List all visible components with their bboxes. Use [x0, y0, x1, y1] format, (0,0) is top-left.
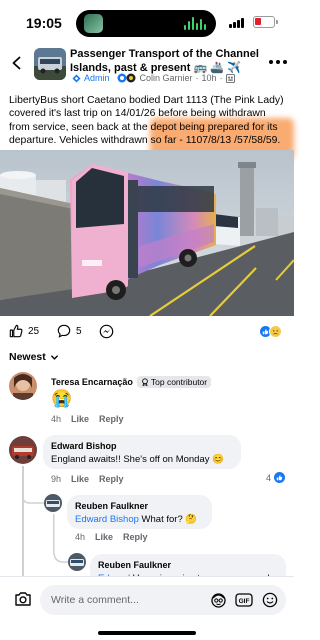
avatar[interactable]: [44, 494, 62, 512]
award-icon: [142, 378, 148, 386]
like-reaction-icon: [274, 472, 286, 483]
camera-icon[interactable]: [14, 590, 32, 608]
thumbs-up-icon: [9, 324, 23, 338]
comment-actions: 4h Like Reply: [51, 414, 124, 424]
comment-input-placeholder: Write a comment...: [51, 594, 139, 606]
dynamic-island: [76, 10, 216, 37]
commenter-name[interactable]: Teresa Encarnação: [51, 377, 133, 387]
admin-badge-icon: [72, 73, 81, 83]
reply-comment-button[interactable]: Reply: [99, 474, 124, 484]
comment-time: 4h: [51, 414, 62, 424]
comment-text: England awaits!! She's off on Monday 😊: [51, 454, 224, 465]
chevron-down-icon: [50, 354, 58, 360]
status-bar: 19:05: [0, 0, 294, 44]
thread-line: [22, 466, 24, 576]
comment-count-value: 5: [76, 325, 82, 337]
group-privacy-icon: [225, 73, 235, 83]
post-author[interactable]: Colin Garnier: [140, 73, 193, 83]
comment-time: 4h: [75, 532, 86, 542]
reply-comment-button[interactable]: Reply: [99, 414, 124, 424]
comment-bubble: Edward Bishop England awaits!! She's off…: [43, 435, 241, 469]
avatar-sticker-icon[interactable]: [210, 592, 227, 608]
like-comment-button[interactable]: Like: [71, 414, 89, 424]
post-photo[interactable]: [0, 150, 294, 316]
top-contributor-badge: Top contributor: [136, 376, 212, 388]
thread-connector: [22, 486, 44, 504]
avatar[interactable]: [9, 436, 37, 464]
comment-time: 9h: [51, 474, 62, 484]
group-name[interactable]: Passenger Transport of the Channel Islan…: [70, 47, 262, 75]
comment-actions: 9h Like Reply: [51, 474, 124, 484]
comment-reaction-count[interactable]: 4: [266, 472, 286, 483]
commenter-name[interactable]: Reuben Faulkner: [75, 500, 204, 513]
comment-input[interactable]: Write a comment... GIF: [40, 585, 286, 615]
comment-icon: [57, 324, 71, 338]
avatar[interactable]: [9, 372, 37, 400]
sad-reaction-icon: [269, 325, 282, 338]
member-badges-icon: [117, 73, 136, 83]
now-playing-app-icon: [84, 14, 103, 33]
commenter-name[interactable]: Reuben Faulkner: [98, 559, 278, 572]
back-icon[interactable]: [10, 56, 24, 70]
status-time: 19:05: [26, 15, 62, 31]
group-avatar[interactable]: [34, 48, 66, 80]
reaction-summary[interactable]: [259, 325, 282, 338]
reply-comment-button[interactable]: Reply: [123, 532, 148, 542]
like-count[interactable]: 25: [9, 324, 39, 338]
emoji-icon[interactable]: [262, 592, 278, 608]
signal-icon: [229, 18, 244, 28]
avatar[interactable]: [68, 553, 86, 571]
commenter-name[interactable]: Edward Bishop: [51, 440, 233, 453]
battery-icon: [253, 16, 275, 28]
svg-text:GIF: GIF: [239, 598, 250, 605]
like-comment-button[interactable]: Like: [95, 532, 113, 542]
share-button[interactable]: [99, 324, 114, 339]
post-time: 10h: [201, 73, 217, 83]
comment-text: 😭: [51, 389, 73, 408]
comment-text: What for? 🤔: [138, 514, 198, 525]
home-indicator: [98, 631, 196, 635]
like-count-value: 25: [28, 325, 40, 337]
post-text: LibertyBus short Caetano bodied Dart 111…: [9, 95, 284, 147]
more-options-icon[interactable]: [269, 60, 287, 64]
audio-bars-icon: [184, 17, 206, 30]
post-meta: Admin Colin Garnier · 10h ·: [72, 73, 235, 83]
thread-connector: [53, 514, 69, 563]
gif-icon[interactable]: GIF: [235, 592, 253, 608]
messenger-share-icon: [99, 324, 114, 339]
comment-bubble: Reuben Faulkner Edward Bishop What for? …: [67, 495, 212, 529]
reactions-row: 25 5: [0, 322, 294, 340]
comment-actions: 4h Like Reply: [75, 532, 148, 542]
mention-link[interactable]: Edward Bishop: [75, 514, 139, 525]
comment-count[interactable]: 5: [57, 324, 82, 338]
role-label: Admin: [84, 73, 110, 83]
comment-header: Teresa Encarnação Top contributor: [51, 376, 212, 388]
sort-label: Newest: [9, 351, 46, 363]
comment-sort-dropdown[interactable]: Newest: [9, 351, 59, 363]
like-comment-button[interactable]: Like: [71, 474, 89, 484]
